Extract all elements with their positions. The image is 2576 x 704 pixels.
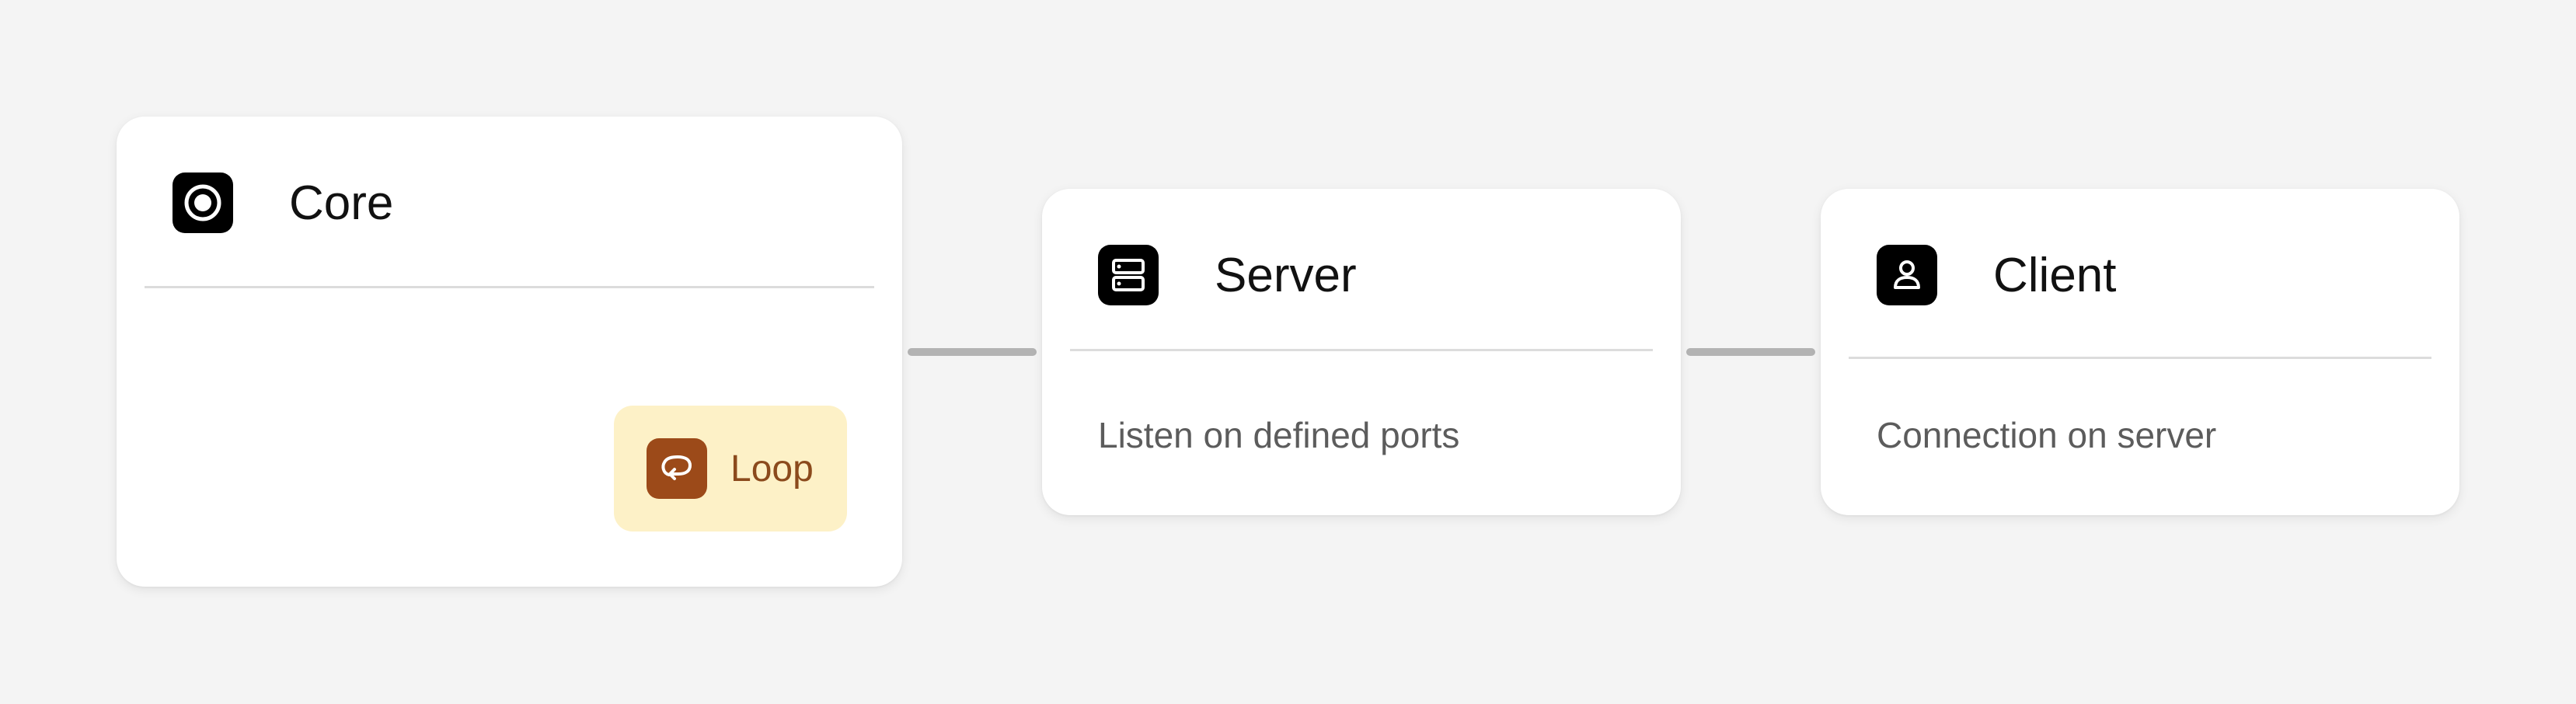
node-server[interactable]: Server Listen on defined ports (1042, 189, 1681, 515)
node-core-header: Core (173, 173, 393, 233)
node-core-divider (145, 286, 874, 288)
node-server-description: Listen on defined ports (1098, 415, 1460, 455)
loop-icon (647, 438, 707, 499)
node-server-header: Server (1098, 245, 1357, 305)
node-client-description: Connection on server (1877, 415, 2217, 455)
user-icon (1877, 245, 1937, 305)
edge-server-client (1686, 348, 1815, 356)
node-client-title: Client (1993, 248, 2117, 302)
node-server-title: Server (1215, 248, 1357, 302)
edge-core-server (908, 348, 1037, 356)
record-icon (173, 173, 233, 233)
node-client[interactable]: Client Connection on server (1821, 189, 2459, 515)
loop-chip[interactable]: Loop (614, 406, 847, 531)
node-core[interactable]: Core Loop (117, 117, 902, 587)
node-core-title: Core (289, 176, 394, 230)
server-icon (1098, 245, 1159, 305)
node-client-divider (1849, 357, 2431, 359)
loop-label: Loop (730, 448, 814, 490)
node-client-header: Client (1877, 245, 2117, 305)
node-server-divider (1070, 349, 1653, 351)
